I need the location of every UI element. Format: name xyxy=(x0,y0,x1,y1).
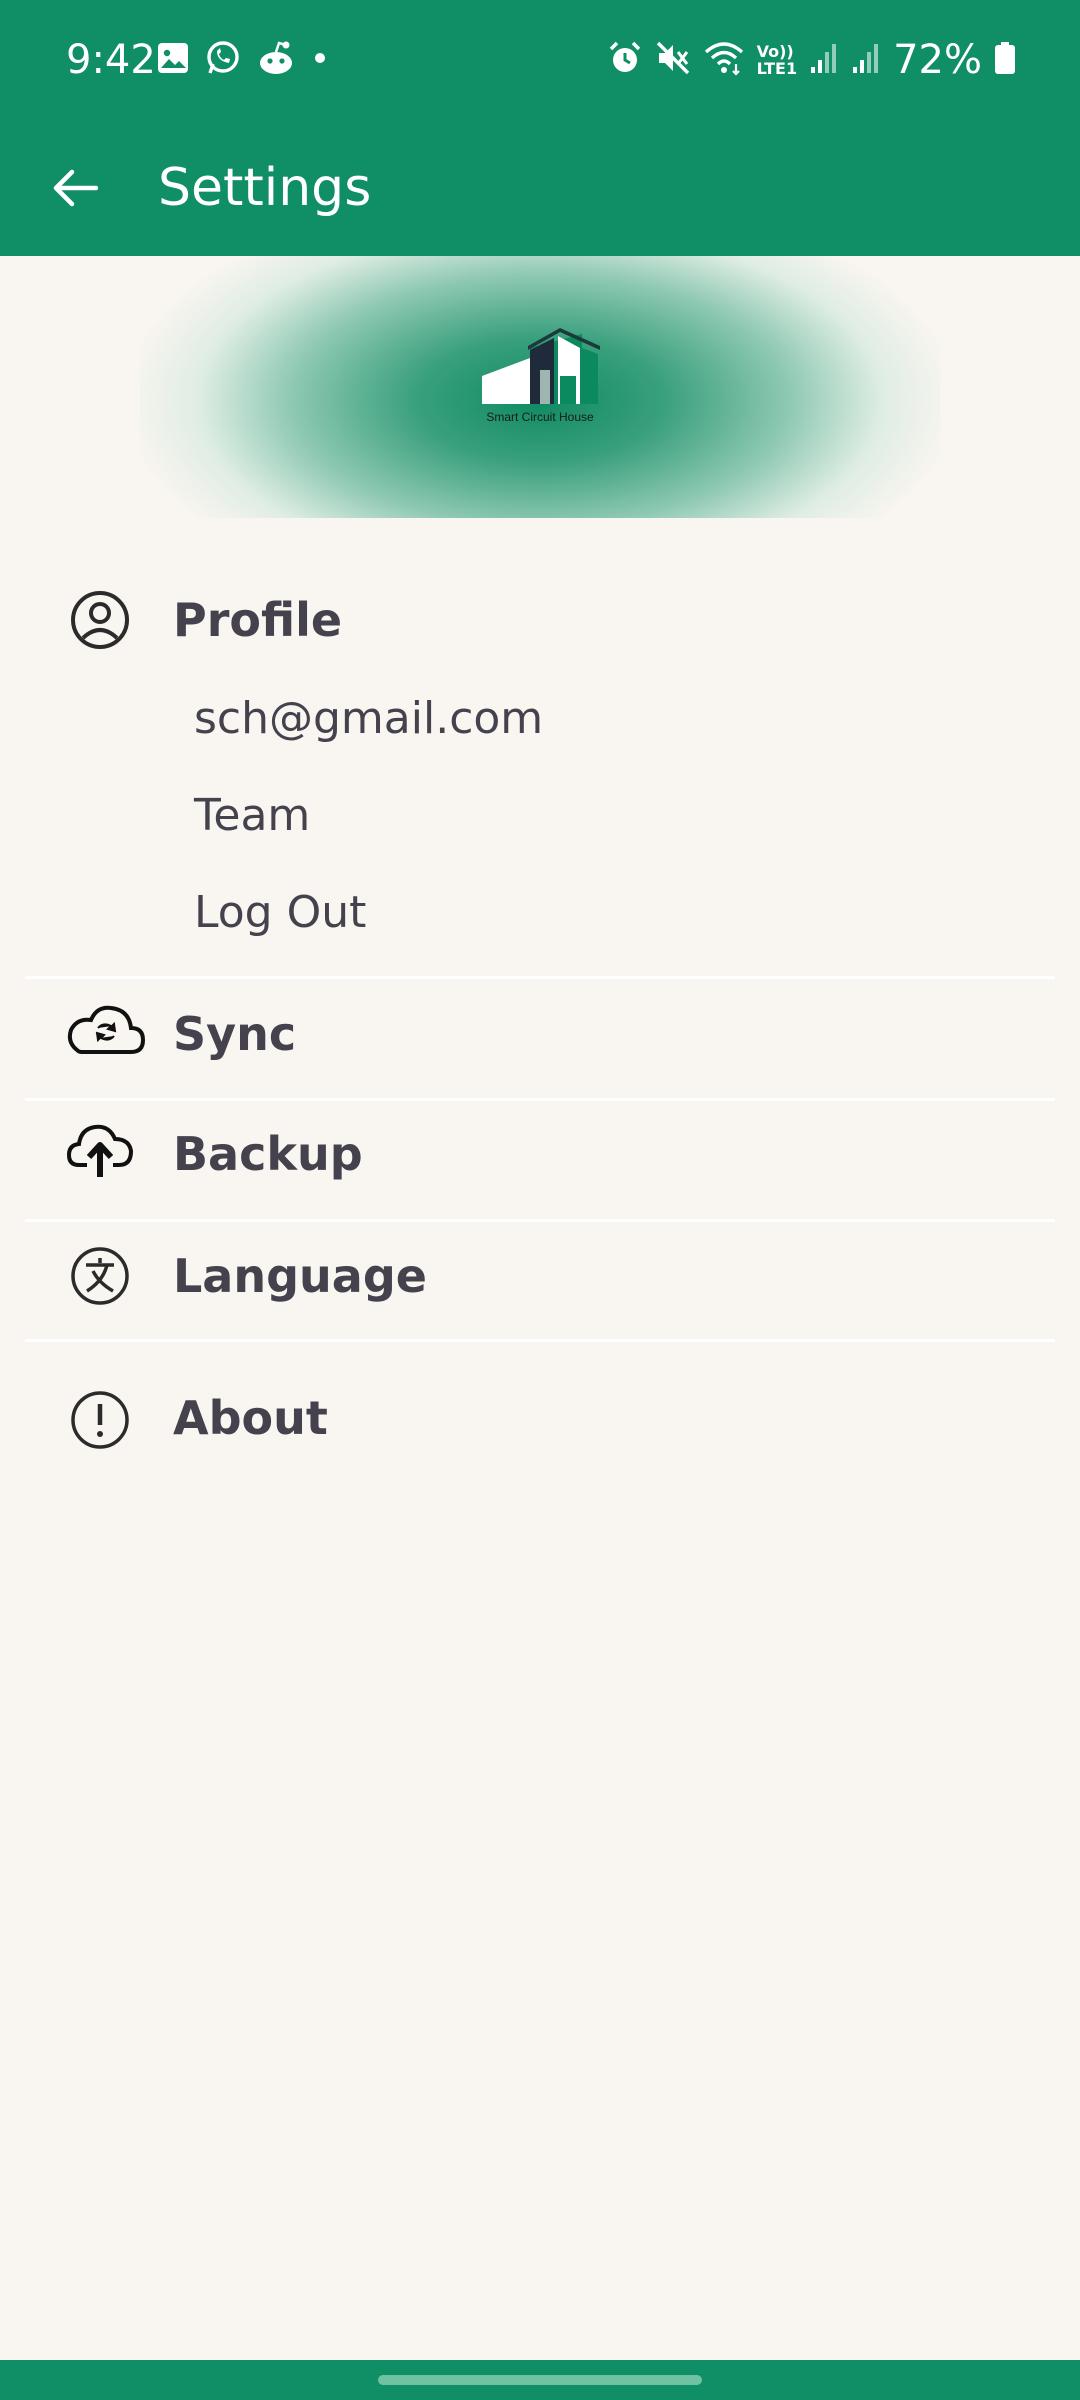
menu-item-label: About xyxy=(173,1391,328,1445)
page-title: Settings xyxy=(158,158,372,218)
cloud-sync-icon xyxy=(60,990,150,1066)
gallery-icon xyxy=(156,41,190,79)
signal-icon xyxy=(851,41,881,79)
back-button[interactable] xyxy=(36,142,112,238)
dot-icon xyxy=(310,48,330,72)
lte-label: LTE1 xyxy=(756,59,798,78)
logo-caption: Smart Circuit House xyxy=(486,410,594,424)
volte-label: Vo)) xyxy=(756,42,794,61)
reddit-icon xyxy=(256,39,296,81)
status-bar: 9:42 Vo)) LTE1 72% xyxy=(0,0,1080,120)
back-arrow-icon xyxy=(50,168,99,212)
menu-item-label: Language xyxy=(173,1249,427,1303)
alarm-icon xyxy=(607,40,643,80)
system-nav-bar xyxy=(0,2360,1080,2400)
menu-item-language[interactable]: Language xyxy=(0,1226,1080,1326)
menu-item-profile[interactable]: Profile xyxy=(0,572,1080,672)
info-circle-icon xyxy=(62,1382,138,1458)
whatsapp-icon xyxy=(204,39,242,81)
status-system-icons: Vo)) LTE1 72% xyxy=(607,36,1016,84)
log-out-button[interactable]: Log Out xyxy=(194,883,366,943)
signal-icon xyxy=(809,41,839,79)
language-icon xyxy=(62,1238,138,1314)
menu-item-backup[interactable]: Backup xyxy=(0,1104,1080,1204)
battery-icon xyxy=(994,41,1016,79)
menu-item-label: Sync xyxy=(173,1007,297,1061)
status-notification-icons xyxy=(156,40,330,80)
house-logo-icon xyxy=(482,328,600,404)
menu-item-about[interactable]: About xyxy=(0,1368,1080,1468)
profile-email[interactable]: sch@gmail.com xyxy=(194,689,543,749)
app-bar: Settings xyxy=(0,120,1080,256)
menu-item-sync[interactable]: Sync xyxy=(0,984,1080,1084)
cloud-upload-icon xyxy=(62,1112,138,1188)
gesture-handle[interactable] xyxy=(378,2375,702,2385)
menu-item-label: Profile xyxy=(173,593,343,647)
volte-icon: Vo)) LTE1 xyxy=(757,43,798,77)
user-circle-icon xyxy=(62,582,138,658)
wifi-icon xyxy=(703,40,745,80)
mute-icon xyxy=(655,40,691,80)
divider xyxy=(25,1098,1055,1101)
menu-item-label: Backup xyxy=(173,1127,363,1181)
divider xyxy=(25,1219,1055,1222)
divider xyxy=(25,976,1055,979)
battery-percent: 72% xyxy=(893,37,982,83)
header-banner: Smart Circuit House xyxy=(140,256,940,518)
profile-team[interactable]: Team xyxy=(194,786,310,846)
status-time: 9:42 xyxy=(66,37,156,83)
app-logo: Smart Circuit House xyxy=(470,326,610,436)
divider xyxy=(25,1339,1055,1342)
